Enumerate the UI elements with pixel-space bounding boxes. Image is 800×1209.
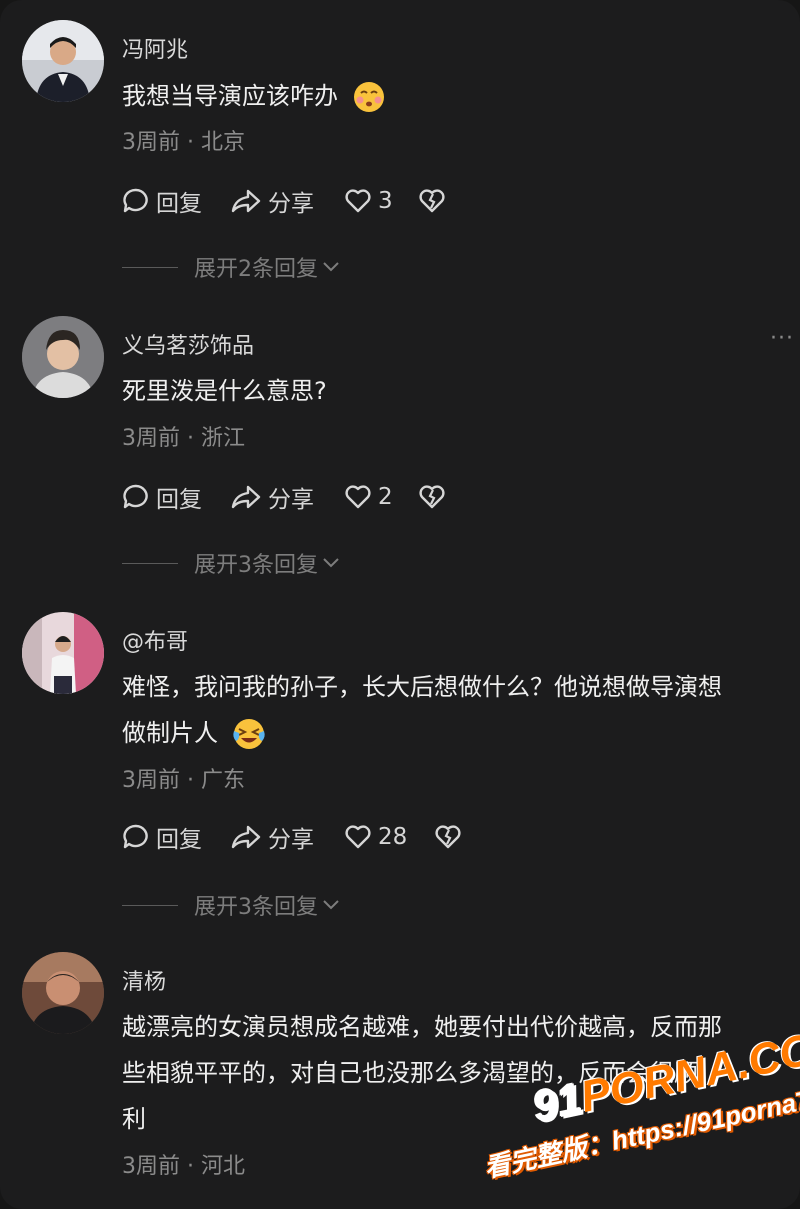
expand-replies-label: 展开2条回复 [194, 257, 318, 282]
comment-author[interactable]: 冯阿兆 [122, 32, 188, 64]
chevron-down-icon [323, 558, 339, 568]
dislike-button[interactable] [418, 184, 446, 218]
comment-text-line: 难怪，我问我的孙子，长大后想做什么？他说想做导演想 [122, 673, 722, 701]
comment-time: 3周前 [122, 768, 180, 793]
heart-icon [345, 189, 371, 213]
comment-time: 3周前 [122, 426, 180, 451]
reply-button[interactable]: 回复 [122, 184, 202, 218]
chevron-down-icon [323, 262, 339, 272]
meta-separator: · [187, 768, 194, 793]
share-button[interactable]: 分享 [230, 820, 314, 854]
reply-button[interactable]: 回复 [122, 480, 202, 514]
divider-line [122, 562, 178, 564]
comment-text-line: 做制片人 [122, 719, 218, 747]
share-button[interactable]: 分享 [230, 480, 314, 514]
comment-text-line-wrap: 做制片人 [122, 710, 794, 756]
share-label: 分享 [268, 827, 314, 853]
share-label: 分享 [268, 191, 314, 217]
divider-line [122, 904, 178, 906]
chevron-down-icon [323, 900, 339, 910]
comment-actions: 回复 分享 2 [122, 480, 622, 514]
heart-icon [345, 485, 371, 509]
comment-time: 3周前 [122, 1154, 180, 1179]
comment-location: 北京 [201, 130, 246, 155]
comment-text: 难怪，我问我的孙子，长大后想做什么？他说想做导演想 做制片人 [122, 664, 794, 756]
reply-label: 回复 [156, 827, 202, 853]
shushing-face-icon [353, 82, 384, 112]
like-button[interactable]: 3 [344, 184, 393, 218]
like-count: 28 [378, 824, 408, 850]
comment-actions: 回复 分享 28 [122, 820, 622, 854]
reply-button[interactable]: 回复 [122, 820, 202, 854]
comment-text-line: 死里泼是什么意思? [122, 377, 327, 405]
comment-text: 死里泼是什么意思? [122, 368, 794, 414]
comment-author[interactable]: 清杨 [122, 964, 166, 996]
comment-text-line: 我想当导演应该咋办 [122, 82, 338, 110]
divider-line [122, 266, 178, 268]
broken-heart-icon [419, 485, 445, 509]
comment-location: 浙江 [201, 426, 246, 451]
meta-separator: · [187, 130, 194, 155]
comment-text: 我想当导演应该咋办 [122, 73, 794, 119]
comment-meta: 3周前 · 河北 [122, 1148, 245, 1180]
meta-separator: · [187, 426, 194, 451]
comment-text-line: 利 [122, 1105, 146, 1133]
more-options-icon[interactable]: ··· [770, 328, 794, 350]
avatar[interactable] [22, 612, 104, 694]
reply-label: 回复 [156, 191, 202, 217]
comment-text: 越漂亮的女演员想成名越难，她要付出代价越高，反而那 些相貌平平的，对自己也没那么… [122, 1004, 794, 1142]
share-icon [231, 825, 261, 849]
expand-replies-label: 展开3条回复 [194, 553, 318, 578]
expand-replies-label: 展开3条回复 [194, 895, 318, 920]
avatar[interactable] [22, 952, 104, 1034]
reply-icon [123, 188, 148, 213]
expand-replies[interactable]: 展开3条回复 [122, 548, 340, 578]
comment-location: 河北 [201, 1154, 246, 1179]
like-button[interactable]: 28 [344, 820, 407, 854]
comment-actions: 回复 分享 3 [122, 184, 622, 218]
dislike-button[interactable] [418, 480, 446, 514]
comment-meta: 3周前 · 北京 [122, 124, 245, 156]
share-icon [231, 485, 261, 509]
share-button[interactable]: 分享 [230, 184, 314, 218]
reply-icon [123, 484, 148, 509]
comment-author[interactable]: 义乌茗莎饰品 [122, 328, 254, 360]
comment-meta: 3周前 · 广东 [122, 762, 245, 794]
meta-separator: · [187, 1154, 194, 1179]
comment-list: 冯阿兆 我想当导演应该咋办 3周前 · 北京 回复 分享 3 展开2条回复 义乌… [0, 0, 800, 1209]
like-button[interactable]: 2 [344, 480, 393, 514]
like-count: 2 [378, 484, 393, 510]
comment-author[interactable]: @布哥 [122, 624, 188, 656]
comment-location: 广东 [201, 768, 246, 793]
comment-text-line: 些相貌平平的，对自己也没那么多渴望的，反而会很顺 [122, 1059, 698, 1087]
reply-icon [123, 824, 148, 849]
comment-text-line: 越漂亮的女演员想成名越难，她要付出代价越高，反而那 [122, 1013, 722, 1041]
expand-replies[interactable]: 展开3条回复 [122, 890, 340, 920]
comment-time: 3周前 [122, 130, 180, 155]
comment-meta: 3周前 · 浙江 [122, 420, 245, 452]
like-count: 3 [378, 188, 393, 214]
heart-icon [345, 825, 371, 849]
expand-replies[interactable]: 展开2条回复 [122, 252, 340, 282]
laughing-crying-face-icon [232, 719, 265, 749]
broken-heart-icon [435, 825, 461, 849]
share-label: 分享 [268, 487, 314, 513]
share-icon [231, 189, 261, 213]
broken-heart-icon [419, 189, 445, 213]
dislike-button[interactable] [434, 820, 462, 854]
avatar[interactable] [22, 316, 104, 398]
avatar[interactable] [22, 20, 104, 102]
reply-label: 回复 [156, 487, 202, 513]
